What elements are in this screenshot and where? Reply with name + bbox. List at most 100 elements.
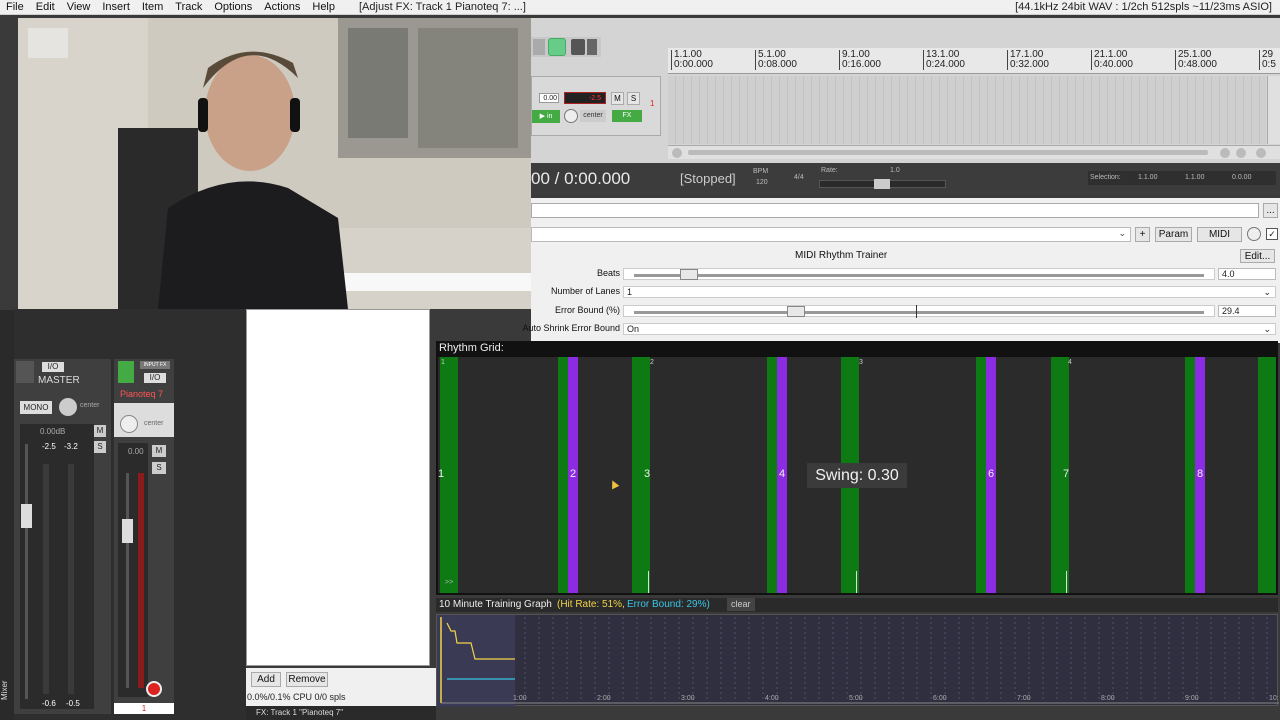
webcam-scene [18, 18, 531, 309]
menu-insert[interactable]: Insert [96, 1, 136, 13]
menu-view[interactable]: View [61, 1, 97, 13]
transport-time[interactable]: 00 / 0:00.000 [531, 169, 630, 189]
chevron-down-icon: ⌄ [1118, 228, 1126, 238]
master-solo-button[interactable]: S [94, 441, 106, 453]
selection-start[interactable]: 1.1.00 [1138, 174, 1157, 181]
lock-icon[interactable] [571, 39, 585, 55]
master-meter-area: 0.00dB -2.5 -3.2 -0.6 -0.5 [20, 424, 94, 709]
track-lane[interactable] [668, 76, 1266, 144]
menu-edit[interactable]: Edit [30, 1, 61, 13]
tcp-volume[interactable]: 0.00 [539, 93, 559, 103]
fx-chain-list[interactable] [246, 309, 430, 666]
menu-actions[interactable]: Actions [258, 1, 306, 13]
track-io-button[interactable]: I/O [144, 373, 166, 383]
rate-slider[interactable] [819, 179, 946, 189]
tcp-solo-button[interactable]: S [627, 92, 640, 105]
param-beats-slider[interactable] [623, 268, 1215, 280]
master-mute-button[interactable]: M [94, 425, 106, 437]
tcp-pan-knob[interactable] [564, 109, 578, 123]
fx-wet-knob[interactable] [1247, 227, 1261, 241]
horizontal-scrollbar[interactable] [668, 145, 1280, 159]
record-arm-icon[interactable] [146, 681, 162, 697]
track-name[interactable]: Pianoteq 7 [120, 389, 163, 399]
zoom-in-icon[interactable] [1236, 148, 1246, 158]
track-pan-knob[interactable] [120, 415, 138, 433]
fx-more-button[interactable]: ... [1263, 203, 1278, 218]
param-beats-label: Beats [596, 268, 620, 278]
training-tick-label: 1:00 [513, 695, 527, 702]
person-face [205, 55, 295, 171]
track-solo-button[interactable]: S [152, 462, 166, 474]
fx-chain-list-bar[interactable] [531, 203, 1259, 218]
menu-track[interactable]: Track [169, 1, 208, 13]
training-graph-svg: 1:00 2:00 3:00 4:00 5:00 6:00 7:00 8:00 9:00 10:0… [437, 615, 1280, 707]
beat-label: 2 [570, 468, 577, 480]
tcp-mute-button[interactable]: M [611, 92, 624, 105]
param-lanes-label: Number of Lanes [550, 286, 620, 296]
training-tick-label: 6:00 [933, 695, 947, 702]
param-lanes-dropdown[interactable]: 1 ⌄ [623, 286, 1276, 298]
slider-thumb[interactable] [787, 306, 805, 317]
track-fader-track[interactable] [126, 473, 129, 688]
menu-help[interactable]: Help [306, 1, 341, 13]
master-io-button[interactable]: I/O [42, 362, 64, 372]
snap-icon[interactable] [548, 38, 566, 56]
training-clear-button[interactable]: clear [727, 598, 755, 611]
param-autoshrink-dropdown[interactable]: On ⌄ [623, 323, 1276, 335]
master-fader-thumb[interactable] [21, 504, 32, 528]
tcp-fx-button[interactable]: FX [612, 110, 642, 122]
fx-add-button[interactable]: Add [251, 672, 281, 687]
training-tick-label: 3:00 [681, 695, 695, 702]
rhythm-grid-title: Rhythm Grid: [439, 342, 504, 354]
menu-options[interactable]: Options [208, 1, 258, 13]
master-fader-track[interactable] [25, 444, 28, 699]
scroll-thumb[interactable] [688, 150, 1208, 155]
fx-preset-dropdown[interactable]: ⌄ [531, 227, 1131, 242]
fx-remove-button[interactable]: Remove [286, 672, 328, 687]
menu-file[interactable]: File [0, 1, 30, 13]
fx-edit-button[interactable]: Edit... [1240, 249, 1275, 263]
vertical-scrollbar[interactable] [1267, 76, 1280, 144]
track-mute-button[interactable]: M [152, 445, 166, 457]
master-mono-button[interactable]: MONO [20, 401, 52, 414]
track-pan-area: center [114, 403, 174, 437]
selection-length[interactable]: 0.0.00 [1232, 174, 1251, 181]
mixer-tab[interactable]: Mixer [0, 670, 12, 700]
slider-thumb[interactable] [680, 269, 698, 280]
bpm-label: BPM [753, 168, 769, 175]
picture-frame [28, 28, 68, 58]
rate-label: Rate: [821, 167, 838, 174]
rate-slider-thumb[interactable] [874, 179, 890, 189]
beat-label: 1 [438, 468, 445, 480]
master-pan-knob[interactable] [59, 398, 77, 416]
fx-param-button[interactable]: Param [1155, 227, 1192, 242]
track-fader-thumb[interactable] [122, 519, 133, 543]
zoom-out-icon[interactable] [1220, 148, 1230, 158]
tcp-arm-button[interactable]: ▶ in [532, 110, 560, 123]
selection-end[interactable]: 1.1.00 [1185, 174, 1204, 181]
lane-beat-label: 2 [650, 359, 654, 366]
ruler-mark: 13.1.00 0:24.000 [923, 50, 965, 70]
master-fx-icon[interactable] [16, 361, 34, 383]
grid-icon[interactable] [533, 39, 545, 55]
timeline-ruler[interactable]: 1.1.00 0:00.000 5.1.00 0:08.000 9.1.00 0:16… [668, 48, 1280, 74]
param-beats-value[interactable]: 4.0 [1218, 268, 1276, 280]
fx-midi-button[interactable]: MIDI [1197, 227, 1242, 242]
ripple-icon[interactable] [587, 39, 597, 55]
training-ticks: 1:00 2:00 3:00 4:00 5:00 6:00 7:00 8:00 9:00 10:0… [513, 695, 1280, 702]
fx-enable-checkbox[interactable]: ✓ [1266, 228, 1278, 240]
fx-add-preset-button[interactable]: + [1135, 227, 1150, 242]
bpm-value[interactable]: 120 [756, 179, 768, 186]
param-error-slider[interactable] [623, 305, 1215, 318]
timesig-value[interactable]: 4/4 [794, 174, 804, 181]
toolbar-icons [531, 37, 601, 57]
track-pan-label: center [144, 420, 164, 427]
param-error-value[interactable]: 29.4 [1218, 305, 1276, 317]
fx-window-tab[interactable]: FX: Track 1 "Pianoteq 7" [256, 708, 343, 717]
zoom-fit-icon[interactable] [1256, 148, 1266, 158]
scroll-left-icon[interactable] [672, 148, 682, 158]
track-input-fx[interactable]: INPUT FX [140, 361, 170, 369]
track-fx-icon[interactable] [118, 361, 134, 383]
audio-status[interactable]: [44.1kHz 24bit WAV : 1/2ch 512spls ~11/2… [1015, 1, 1272, 13]
menu-item[interactable]: Item [136, 1, 169, 13]
